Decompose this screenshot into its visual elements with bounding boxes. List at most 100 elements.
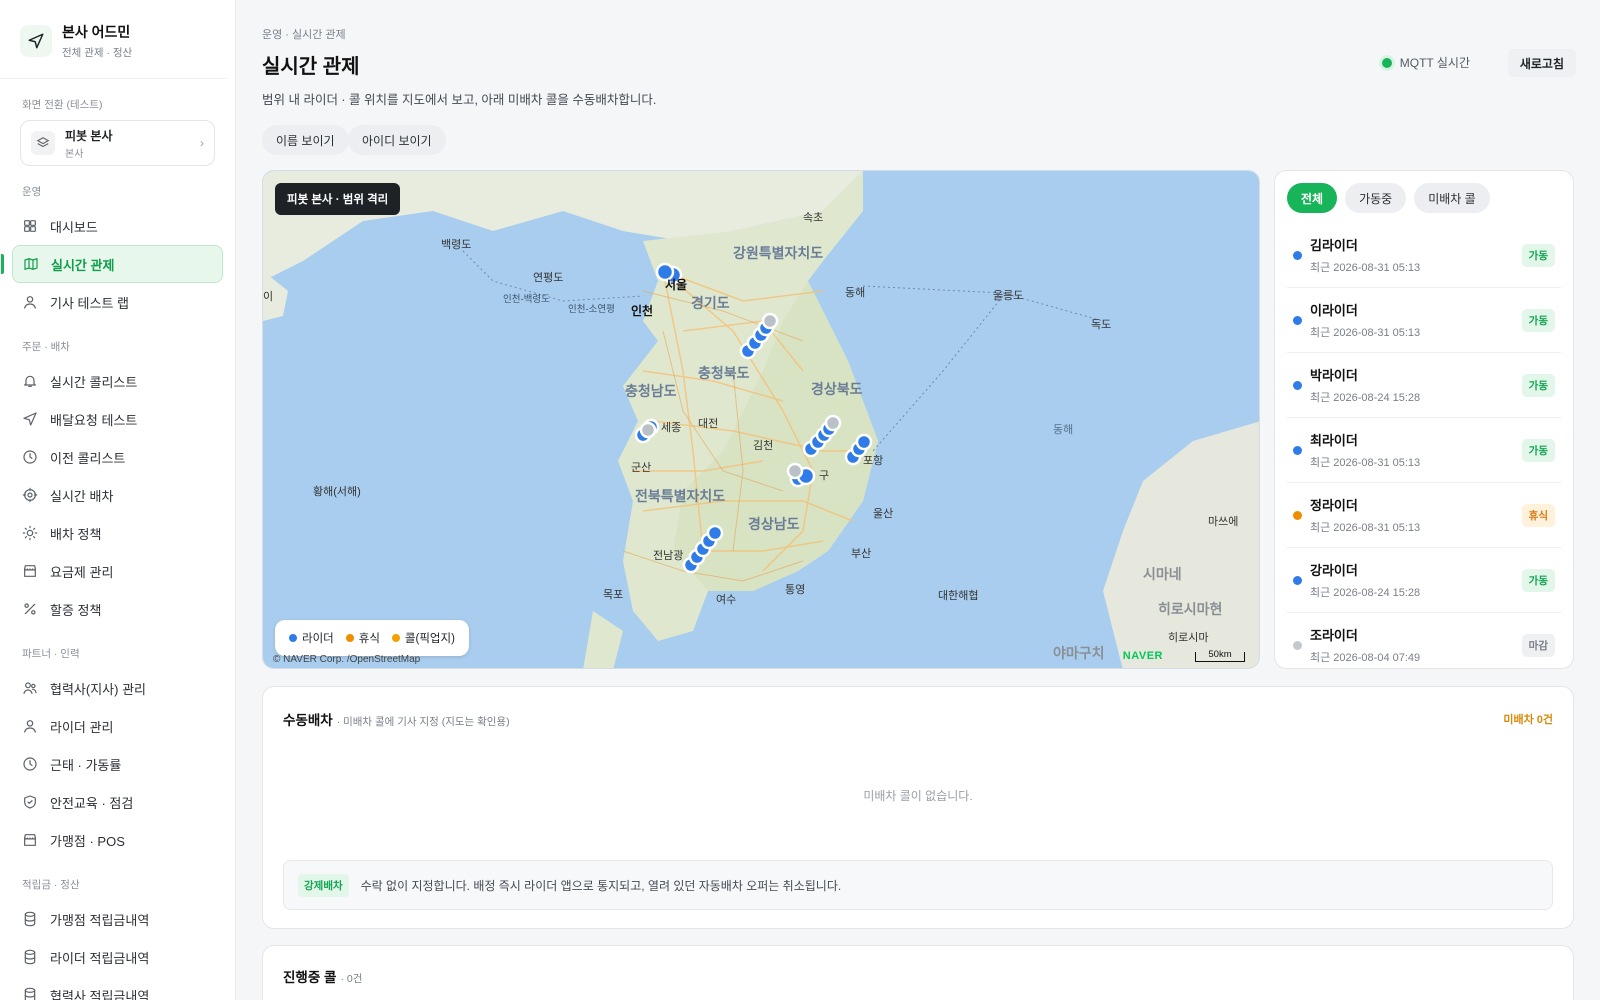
- rider-row[interactable]: 최라이더 최근 2026-08-31 05:13 가동: [1287, 418, 1561, 483]
- tab-unassigned[interactable]: 미배차 콜: [1414, 183, 1490, 213]
- map-label: 세종: [661, 422, 682, 434]
- rider-status-dot-icon: [1293, 510, 1302, 520]
- map-label: 포항: [863, 455, 884, 467]
- rider-row[interactable]: 조라이더 최근 2026-08-04 07:49 마감: [1287, 613, 1561, 668]
- tab-active[interactable]: 가동중: [1345, 183, 1407, 213]
- switcher-label: 화면 전환 (테스트): [22, 99, 103, 111]
- sidebar-item[interactable]: 이전 콜리스트: [12, 438, 223, 476]
- sidebar-item-label: 요금제 관리: [50, 564, 114, 580]
- card-title: 수동배차 · 미배차 콜에 기사 지정 (지도는 확인용): [283, 709, 510, 729]
- sidebar-item[interactable]: 협력사(지사) 관리: [12, 669, 223, 707]
- sidebar-item-label: 근태 · 가동률: [50, 757, 122, 773]
- breadcrumb: 운영 · 실시간 관제: [262, 29, 346, 41]
- map-label: 구: [819, 470, 830, 482]
- map-label: 경상북도: [811, 381, 863, 397]
- sidebar-item[interactable]: 근태 · 가동률: [12, 745, 223, 783]
- map-scope-badge: 피봇 본사 · 범위 격리: [275, 183, 401, 215]
- legend-dot-icon: [391, 634, 400, 642]
- rider-row[interactable]: 정라이더 최근 2026-08-31 05:13 휴식: [1287, 483, 1561, 548]
- sidebar-item[interactable]: 라이더 적립금내역: [12, 938, 223, 976]
- rider-name: 이라이더: [1310, 303, 1358, 318]
- grid-icon: [22, 218, 50, 234]
- live-map[interactable]: 서울 속초 강원특별자치도 백령도 연평도 경기도 인천 동해 울릉도 독도 충…: [262, 170, 1260, 669]
- rider-status-dot-icon: [1293, 250, 1302, 260]
- send-icon: [22, 411, 50, 427]
- legend-dot-icon: [289, 634, 297, 642]
- map-label: 전북특별자치도: [635, 488, 726, 504]
- legend-item: 콜(픽업지): [391, 630, 455, 646]
- map-label: 대한해협: [938, 590, 979, 602]
- sidebar-item[interactable]: 요금제 관리: [12, 552, 223, 590]
- bell-icon: [22, 373, 50, 389]
- map-label: 강원특별자치도: [733, 245, 824, 261]
- status-badge: 가동: [1521, 568, 1555, 592]
- rider-status-dot-icon: [1293, 640, 1302, 650]
- map-label: 울릉도: [993, 290, 1024, 302]
- status-badge: 가동: [1521, 243, 1555, 267]
- sidebar: 본사 어드민 전체 관제 · 정산 화면 전환 (테스트) 피봇 본사 본사 ›…: [0, 0, 236, 1000]
- rider-row[interactable]: 김라이더 최근 2026-08-31 05:13 가동: [1287, 223, 1561, 288]
- dispatch-subtitle: · 미배차 콜에 기사 지정 (지도는 확인용): [336, 716, 510, 728]
- sidebar-item[interactable]: 배차 정책: [12, 514, 223, 552]
- mqtt-status: MQTT 실시간: [1381, 54, 1470, 71]
- status-badge: 마감: [1521, 633, 1555, 657]
- rider-tabs: 전체 가동중 미배차 콜: [1275, 171, 1573, 223]
- sidebar-item[interactable]: 실시간 콜리스트: [12, 362, 223, 400]
- rider-last-seen: 최근 2026-08-31 05:13: [1310, 327, 1421, 339]
- sidebar-item[interactable]: 배달요청 테스트: [12, 400, 223, 438]
- manual-dispatch-card: 수동배차 · 미배차 콜에 기사 지정 (지도는 확인용) 미배차 0건 미배차 …: [262, 686, 1574, 929]
- org-switcher[interactable]: 피봇 본사 본사 ›: [20, 120, 215, 166]
- sidebar-item[interactable]: 라이더 관리: [12, 707, 223, 745]
- status-badge: 가동: [1521, 308, 1555, 332]
- sidebar-item[interactable]: 가맹점 적립금내역: [12, 900, 223, 938]
- sidebar-item-label: 협력사(지사) 관리: [50, 681, 146, 697]
- status-badge: 가동: [1521, 438, 1555, 462]
- sidebar-item[interactable]: 안전교육 · 점검: [12, 783, 223, 821]
- sidebar-item[interactable]: 실시간 배차: [12, 476, 223, 514]
- main-content: 운영 · 실시간 관제 실시간 관제 범위 내 라이더 · 콜 위치를 지도에서…: [236, 0, 1600, 1000]
- map-label: 히로시마현: [1158, 601, 1223, 617]
- sidebar-item[interactable]: 협력사 적립금내역: [12, 976, 223, 1000]
- map-label: 대전: [698, 418, 719, 430]
- sidebar-item-label: 배차 정책: [50, 526, 102, 542]
- rider-last-seen: 최근 2026-08-31 05:13: [1310, 522, 1421, 534]
- rider-row[interactable]: 박라이더 최근 2026-08-24 15:28 가동: [1287, 353, 1561, 418]
- map-label: 김천: [753, 440, 774, 452]
- rider-name: 박라이더: [1310, 368, 1358, 383]
- rider-status-dot-icon: [1293, 380, 1302, 390]
- dispatch-title: 수동배차: [283, 713, 333, 728]
- show-name-button[interactable]: 이름 보이기: [262, 125, 349, 155]
- user-icon: [22, 718, 50, 734]
- sidebar-nav: 운영 대시보드 실시간 관제 기사 테스트 랩 주문 · 배차 실시간 콜리스트 배달요청 …: [0, 184, 235, 1000]
- nav-section-label: 주문 · 배차: [22, 341, 70, 353]
- sidebar-item[interactable]: 실시간 관제: [1, 245, 223, 283]
- map-label: 동해: [1053, 424, 1074, 436]
- map-label: 동해: [845, 287, 866, 299]
- map-label: 인천: [631, 304, 654, 318]
- page-title: 실시간 관제: [262, 56, 360, 78]
- map-label: 야마구치: [1053, 645, 1105, 661]
- sidebar-item[interactable]: 할증 정책: [12, 590, 223, 628]
- sidebar-item[interactable]: 가맹점 · POS: [12, 821, 223, 859]
- sidebar-item-label: 라이더 적립금내역: [50, 950, 150, 966]
- rider-name: 강라이더: [1310, 563, 1358, 578]
- shield-icon: [22, 794, 50, 810]
- rider-name: 조라이더: [1310, 628, 1358, 643]
- sidebar-item[interactable]: 대시보드: [12, 207, 223, 245]
- map-label: 부산: [851, 548, 872, 560]
- show-id-button[interactable]: 아이디 보이기: [348, 125, 446, 155]
- rider-row[interactable]: 이라이더최근 2026-08-31 05:13 가동: [1287, 288, 1561, 353]
- refresh-button[interactable]: 새로고침: [1507, 49, 1576, 77]
- rider-row[interactable]: 강라이더 최근 2026-08-24 15:28 가동: [1287, 548, 1561, 613]
- empty-state: 미배차 콜이 없습니다.: [863, 789, 973, 803]
- brand: 본사 어드민 전체 관제 · 정산: [0, 0, 227, 79]
- sidebar-item[interactable]: 기사 테스트 랩: [12, 283, 223, 321]
- rider-last-seen: 최근 2026-08-31 05:13: [1310, 262, 1421, 274]
- nav-section-label: 파트너 · 인력: [22, 648, 80, 660]
- sidebar-item-label: 이전 콜리스트: [50, 450, 126, 466]
- sidebar-item-label: 가맹점 · POS: [50, 833, 125, 849]
- tab-all[interactable]: 전체: [1287, 183, 1338, 213]
- in-progress-card: 진행중 콜 · 0건: [262, 945, 1574, 1000]
- rider-panel: 전체 가동중 미배차 콜 김라이더 최근 2026-08-31 05:13 가동 이라…: [1274, 170, 1574, 669]
- map-label: 목포: [603, 589, 624, 601]
